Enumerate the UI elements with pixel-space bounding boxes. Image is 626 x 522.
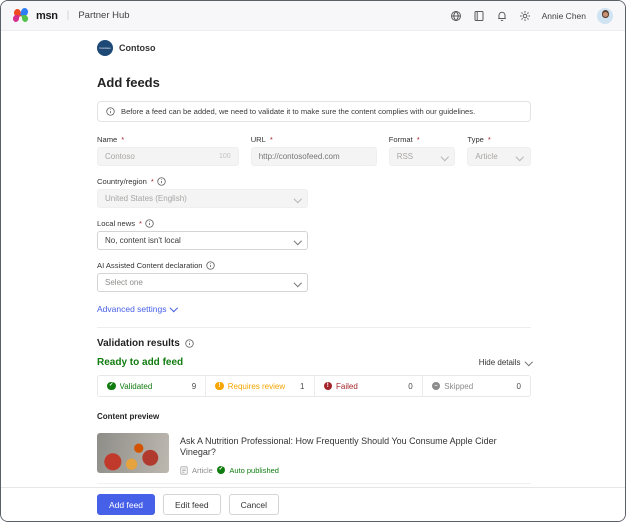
stat-failed: Failed 0 — [314, 376, 422, 396]
skipped-circle-icon — [432, 382, 441, 391]
org-selector[interactable]: Contoso Contoso — [97, 40, 156, 56]
chevron-down-icon — [293, 195, 301, 203]
check-circle-icon — [217, 466, 226, 475]
globe-icon[interactable] — [450, 10, 462, 22]
validation-status-row: Ready to add feed Hide details — [97, 357, 531, 368]
stat-requires-review: Requires review 1 — [205, 376, 313, 396]
msn-butterfly-logo-icon — [13, 8, 29, 23]
info-icon[interactable] — [206, 261, 215, 270]
name-input: 100 — [97, 147, 239, 166]
app-header: msn | Partner Hub Annie Chen — [1, 1, 625, 31]
type-field-group: Type* Article — [467, 135, 531, 166]
ai-declaration-label: AI Assisted Content declaration — [97, 261, 308, 270]
apple-cider-vinegar-photo — [97, 433, 169, 473]
format-label: Format* — [389, 135, 456, 144]
name-field-group: Name* 100 — [97, 135, 239, 166]
content-preview-title: Content preview — [97, 412, 531, 421]
ai-declaration-field-group: AI Assisted Content declaration Select o… — [97, 261, 308, 292]
page-title: Add feeds — [97, 75, 531, 90]
ai-declaration-select[interactable]: Select one — [97, 273, 308, 292]
book-icon[interactable] — [473, 10, 485, 22]
check-circle-icon — [107, 382, 116, 391]
info-icon[interactable] — [157, 177, 166, 186]
section-divider — [97, 327, 531, 328]
app-name: Partner Hub — [78, 10, 129, 21]
warning-circle-icon — [215, 382, 224, 391]
org-avatar: Contoso — [97, 40, 113, 56]
org-name: Contoso — [119, 43, 156, 53]
user-avatar[interactable] — [597, 8, 613, 24]
chevron-down-icon — [293, 237, 301, 245]
info-icon[interactable] — [145, 219, 154, 228]
validation-results-title: Validation results — [97, 338, 180, 349]
feed-basic-fields: Name* 100 URL* Format* RSS — [97, 135, 531, 166]
name-char-limit: 100 — [219, 153, 231, 160]
brand-divider: | — [67, 10, 70, 21]
header-actions: Annie Chen — [450, 8, 613, 24]
bell-icon[interactable] — [496, 10, 508, 22]
cancel-button[interactable]: Cancel — [229, 494, 279, 515]
stat-validated: Validated 9 — [98, 376, 205, 396]
brand-name: msn — [36, 10, 58, 22]
partner-hub-window: msn | Partner Hub Annie Chen Contoso Con — [0, 0, 626, 522]
country-select: United States (English) — [97, 189, 308, 208]
stat-skipped: Skipped 0 — [422, 376, 530, 396]
action-footer: Add feed Edit feed Cancel — [1, 487, 625, 521]
url-field-group: URL* — [251, 135, 377, 166]
type-select: Article — [467, 147, 531, 166]
edit-feed-button[interactable]: Edit feed — [163, 494, 221, 515]
info-icon[interactable] — [185, 339, 194, 348]
validation-results-header: Validation results — [97, 338, 531, 349]
article-row: Ask A Nutrition Professional: How Freque… — [97, 425, 531, 483]
hide-details-toggle[interactable]: Hide details — [479, 358, 531, 367]
document-icon — [180, 466, 188, 475]
advanced-settings-link[interactable]: Advanced settings — [97, 304, 177, 314]
validation-status: Ready to add feed — [97, 357, 183, 368]
country-label: Country/region* — [97, 177, 308, 186]
error-circle-icon — [324, 382, 333, 391]
local-news-select[interactable]: No, content isn't local — [97, 231, 308, 250]
chevron-down-icon — [516, 153, 524, 161]
url-label: URL* — [251, 135, 377, 144]
guidelines-banner: Before a feed can be added, we need to v… — [97, 101, 531, 122]
article-meta: Article Auto published — [180, 466, 531, 475]
name-label: Name* — [97, 135, 239, 144]
country-field-group: Country/region* United States (English) — [97, 177, 308, 208]
main-content: Contoso Contoso Add feeds Before a feed … — [1, 31, 625, 522]
chevron-down-icon — [524, 358, 532, 366]
gear-icon[interactable] — [519, 10, 531, 22]
type-label: Type* — [467, 135, 531, 144]
chevron-down-icon — [170, 304, 178, 312]
format-field-group: Format* RSS — [389, 135, 456, 166]
chevron-down-icon — [293, 279, 301, 287]
article-title: Ask A Nutrition Professional: How Freque… — [180, 436, 531, 459]
local-news-field-group: Local news* No, content isn't local — [97, 219, 308, 250]
local-news-label: Local news* — [97, 219, 308, 228]
url-input — [251, 147, 377, 166]
info-icon — [106, 107, 115, 116]
article-type: Article — [192, 466, 213, 475]
guidelines-banner-text: Before a feed can be added, we need to v… — [121, 107, 475, 116]
brand-area: msn | Partner Hub — [13, 8, 130, 23]
add-feed-button[interactable]: Add feed — [97, 494, 155, 515]
article-status: Auto published — [229, 466, 279, 475]
user-name[interactable]: Annie Chen — [542, 11, 586, 21]
chevron-down-icon — [441, 153, 449, 161]
validation-stats-bar: Validated 9 Requires review 1 Failed 0 S… — [97, 375, 531, 397]
format-select: RSS — [389, 147, 456, 166]
